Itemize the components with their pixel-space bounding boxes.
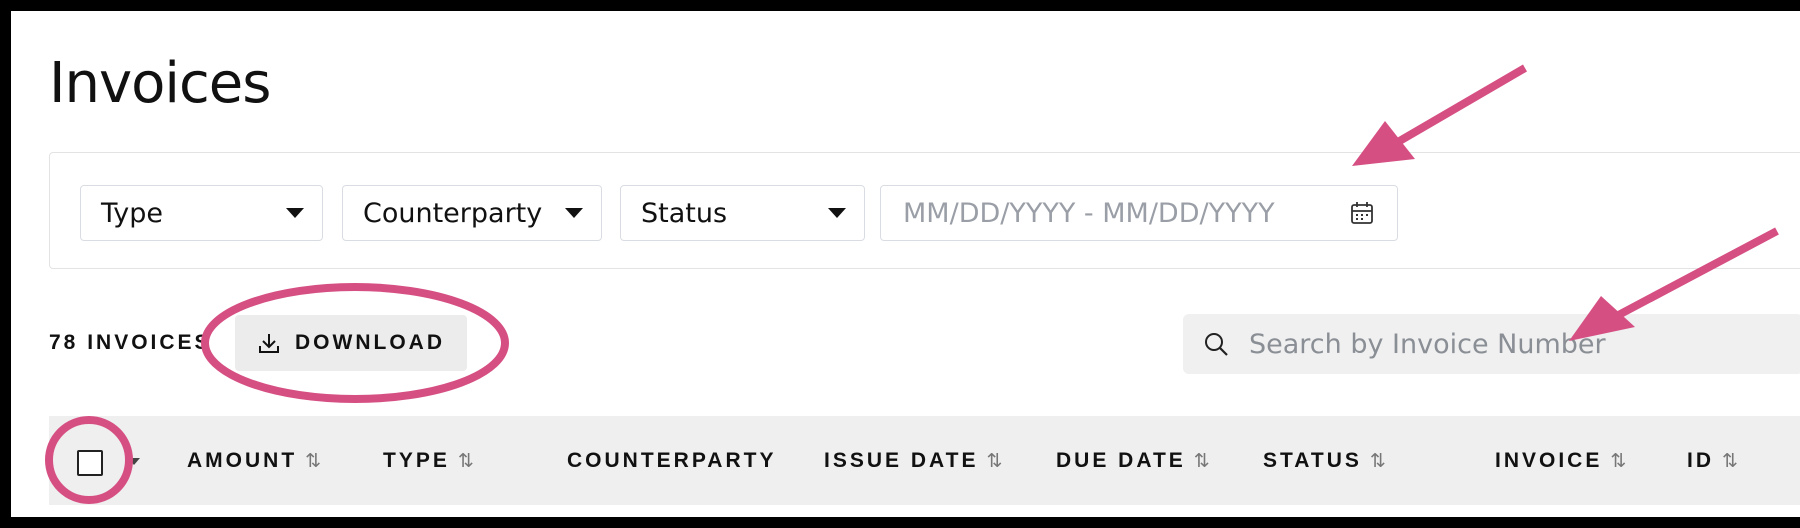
chevron-down-icon <box>828 208 846 218</box>
filter-bar: Type Counterparty Status <box>49 152 1800 269</box>
column-label: AMOUNT <box>187 449 298 472</box>
column-header-counterparty: COUNTERPARTY <box>567 449 776 473</box>
annotation-arrow-date <box>1388 64 1528 150</box>
download-button[interactable]: DOWNLOAD <box>235 315 467 371</box>
column-header-issue-date[interactable]: ISSUE DATE ⇅ <box>824 449 1002 473</box>
invoice-count: 78 INVOICES <box>49 331 212 354</box>
column-label: INVOICE <box>1495 449 1603 472</box>
sort-arrows-icon: ⇅ <box>1722 450 1738 472</box>
date-range-picker[interactable] <box>880 185 1398 241</box>
column-header-id[interactable]: ID ⇅ <box>1687 449 1738 473</box>
column-label: STATUS <box>1263 449 1362 472</box>
counterparty-filter-label: Counterparty <box>363 197 543 229</box>
column-label: TYPE <box>383 449 450 472</box>
chevron-down-icon <box>565 208 583 218</box>
select-all-checkbox[interactable] <box>77 450 103 476</box>
download-icon <box>259 334 279 353</box>
download-button-label: DOWNLOAD <box>295 331 445 354</box>
column-header-status[interactable]: STATUS ⇅ <box>1263 449 1386 473</box>
status-filter-label: Status <box>641 197 728 229</box>
status-filter-dropdown[interactable]: Status <box>620 185 865 241</box>
calendar-icon[interactable] <box>1349 200 1375 226</box>
counterparty-filter-dropdown[interactable]: Counterparty <box>342 185 602 241</box>
search-input[interactable] <box>1247 327 1791 361</box>
page-title: Invoices <box>49 51 271 116</box>
app-window: Invoices Type Counterparty Status 78 <box>11 11 1800 517</box>
column-label: COUNTERPARTY <box>567 449 777 472</box>
column-header-due-date[interactable]: DUE DATE ⇅ <box>1056 449 1210 473</box>
sort-arrows-icon: ⇅ <box>1193 450 1210 472</box>
type-filter-label: Type <box>101 197 164 229</box>
sort-arrows-icon: ⇅ <box>986 450 1003 472</box>
type-filter-dropdown[interactable]: Type <box>80 185 323 241</box>
column-header-type[interactable]: TYPE ⇅ <box>383 449 474 473</box>
chevron-down-icon[interactable] <box>128 458 140 465</box>
search-box[interactable] <box>1183 314 1800 374</box>
sort-arrows-icon: ⇅ <box>457 450 474 472</box>
column-header-invoice[interactable]: INVOICE ⇅ <box>1495 449 1626 473</box>
sort-arrows-icon: ⇅ <box>305 450 322 472</box>
table-header: AMOUNT ⇅ TYPE ⇅ COUNTERPARTY ISSUE DATE … <box>49 416 1800 505</box>
sort-arrows-icon: ⇅ <box>1369 450 1386 472</box>
column-header-amount[interactable]: AMOUNT ⇅ <box>187 449 321 473</box>
date-range-input[interactable] <box>901 196 1325 230</box>
search-icon <box>1205 333 1228 356</box>
column-label: ID <box>1687 449 1714 472</box>
chevron-down-icon <box>286 208 304 218</box>
column-label: ISSUE DATE <box>824 449 979 472</box>
column-label: DUE DATE <box>1056 449 1186 472</box>
sort-arrows-icon: ⇅ <box>1610 450 1627 472</box>
